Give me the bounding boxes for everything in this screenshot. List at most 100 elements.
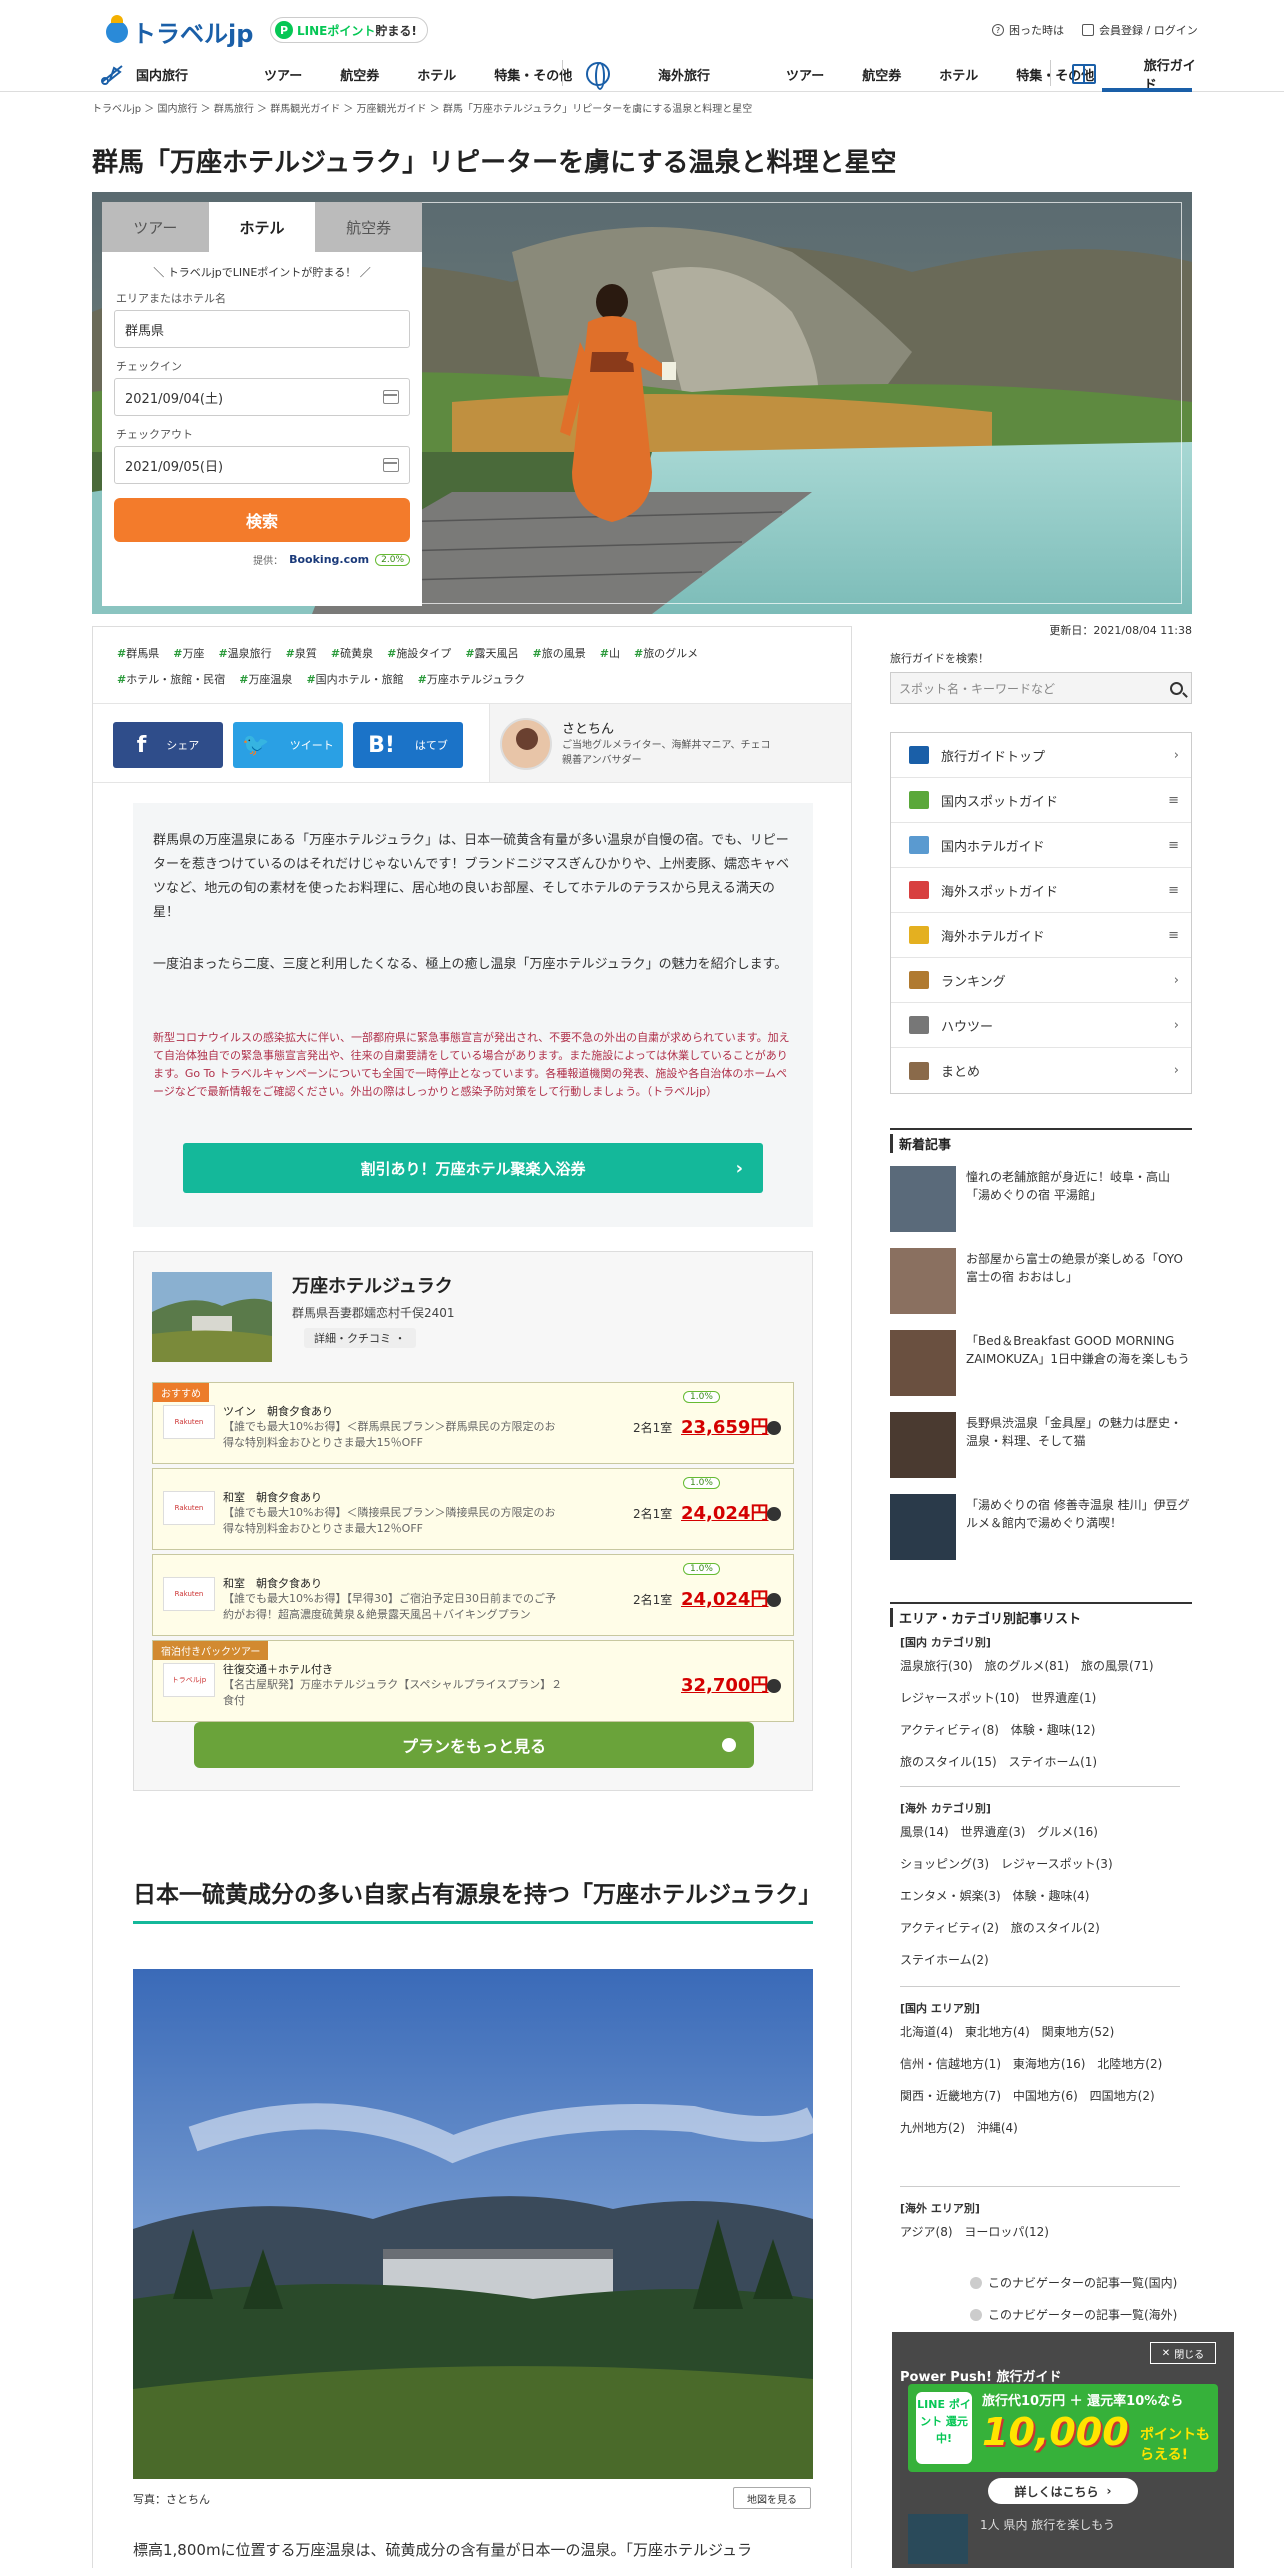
nav-overseas-hotel[interactable]: ホテル xyxy=(939,65,978,84)
sidebar-menu-item[interactable]: 海外ホテルガイド ≡ xyxy=(891,913,1191,958)
hotel-thumbnail[interactable] xyxy=(152,1272,272,1362)
category-link[interactable]: アクティビティ(2) xyxy=(900,1921,999,1935)
search-icon[interactable] xyxy=(1170,681,1183,695)
news-title[interactable]: 長野県渋温泉「金具屋」の魅力は歴史・温泉・料理、そして猫 xyxy=(966,1414,1190,1450)
category-link[interactable]: 沖縄(4) xyxy=(977,2121,1018,2135)
category-link[interactable]: 東海地方(16) xyxy=(1013,2057,1086,2071)
category-link[interactable]: 旅のグルメ(81) xyxy=(984,1659,1069,1673)
tag-link[interactable]: #旅のグルメ xyxy=(634,647,698,660)
navigator-domestic-link[interactable]: このナビゲーターの記事一覧(国内) xyxy=(970,2274,1177,2291)
search-button[interactable]: 検索 xyxy=(114,498,410,542)
chevron-right-icon[interactable] xyxy=(767,1421,781,1435)
line-points-banner[interactable]: LINE ポイント 還元中! 旅行代10万円 ＋ 還元率10%なら 10,000… xyxy=(908,2384,1218,2472)
tag-link[interactable]: #群馬県 xyxy=(117,647,159,660)
tag-link[interactable]: #国内ホテル・旅館 xyxy=(306,673,403,686)
plan-price[interactable]: 24,024円 xyxy=(681,1499,768,1525)
author-box[interactable]: さとちん ご当地グルメライター、海鮮丼マニア、チェコ親善アンバサダー xyxy=(489,704,851,782)
category-link[interactable]: 風景(14) xyxy=(900,1825,949,1839)
author-name[interactable]: さとちん xyxy=(562,718,614,737)
nav-domestic-head[interactable]: 国内旅行 xyxy=(100,62,226,86)
news-item[interactable]: 長野県渋温泉「金具屋」の魅力は歴史・温泉・料理、そして猫 xyxy=(890,1412,1192,1478)
nav-overseas-flight[interactable]: 航空券 xyxy=(862,65,901,84)
category-link[interactable]: グルメ(16) xyxy=(1037,1825,1098,1839)
chevron-right-icon[interactable] xyxy=(767,1679,781,1693)
tag-link[interactable]: #旅の風景 xyxy=(533,647,586,660)
popup-detail-button[interactable]: 詳しくはこちら › xyxy=(988,2478,1138,2504)
news-item[interactable]: 「湯めぐりの宿 修善寺温泉 桂川」伊豆グルメ＆館内で湯めぐり満喫！ xyxy=(890,1494,1192,1560)
category-link[interactable]: ステイホーム(1) xyxy=(1008,1755,1097,1769)
plan-row[interactable]: おすすめ Rakuten ツイン 朝食夕食あり 【誰でも最大10%お得】＜群馬県民プラ… xyxy=(152,1382,794,1464)
category-link[interactable]: 旅のスタイル(2) xyxy=(1011,1921,1100,1935)
help-link[interactable]: ? 困った時は xyxy=(992,22,1064,38)
news-item[interactable]: お部屋から富士の絶景が楽しめる「OYO 富士の宿 おおはし」 xyxy=(890,1248,1192,1314)
login-link[interactable]: 会員登録 / ログイン xyxy=(1082,22,1198,38)
sidebar-menu-item[interactable]: 旅行ガイドトップ › xyxy=(891,733,1191,778)
category-link[interactable]: 体験・趣味(4) xyxy=(1012,1889,1089,1903)
news-title[interactable]: お部屋から富士の絶景が楽しめる「OYO 富士の宿 おおはし」 xyxy=(966,1250,1190,1286)
category-link[interactable]: アクティビティ(8) xyxy=(900,1723,999,1737)
category-link[interactable]: 世界遺産(3) xyxy=(960,1825,1025,1839)
news-thumbnail[interactable] xyxy=(890,1412,956,1478)
category-link[interactable]: 信州・信越地方(1) xyxy=(900,2057,1001,2071)
checkout-input[interactable]: 2021/09/05(日) xyxy=(114,446,410,484)
news-title[interactable]: 「Bed＆Breakfast GOOD MORNING ZAIMOKUZA」1日… xyxy=(966,1332,1190,1368)
category-link[interactable]: 温泉旅行(30) xyxy=(900,1659,973,1673)
news-thumbnail[interactable] xyxy=(890,1494,956,1560)
category-link[interactable]: ショッピング(3) xyxy=(900,1857,989,1871)
category-link[interactable]: 関西・近畿地方(7) xyxy=(900,2089,1001,2103)
category-link[interactable]: ヨーロッパ(12) xyxy=(964,2225,1049,2239)
category-link[interactable]: 中国地方(6) xyxy=(1013,2089,1078,2103)
tab-tour[interactable]: ツアー xyxy=(102,202,209,252)
discount-ticket-button[interactable]: 割引あり！万座ホテル聚楽入浴券 xyxy=(183,1143,763,1193)
news-title[interactable]: 「湯めぐりの宿 修善寺温泉 桂川」伊豆グルメ＆館内で湯めぐり満喫！ xyxy=(966,1496,1190,1532)
hotel-name[interactable]: 万座ホテルジュラク xyxy=(292,1272,453,1298)
tab-hotel[interactable]: ホテル xyxy=(208,202,316,252)
plan-row[interactable]: Rakuten 和室 朝食夕食あり 【誰でも最大10%お得】＜隣接県民プラン＞隣接県… xyxy=(152,1468,794,1550)
more-plans-button[interactable]: プランをもっと見る xyxy=(194,1722,754,1768)
category-link[interactable]: 四国地方(2) xyxy=(1090,2089,1155,2103)
nav-domestic-hotel[interactable]: ホテル xyxy=(417,65,456,84)
news-title[interactable]: 憧れの老舗旅館が身近に！岐阜・高山「湯めぐりの宿 平湯館」 xyxy=(966,1168,1190,1204)
tag-link[interactable]: #万座ホテルジュラク xyxy=(418,673,525,686)
line-points-badge[interactable]: P LINEポイント 貯まる! xyxy=(270,17,428,43)
calendar-icon[interactable] xyxy=(383,458,399,472)
plan-row[interactable]: 宿泊付きパックツアー トラベルjp 往復交通＋ホテル付き 【名古屋駅発】万座ホテルジュ… xyxy=(152,1640,794,1722)
news-thumbnail[interactable] xyxy=(890,1166,956,1232)
category-link[interactable]: 九州地方(2) xyxy=(900,2121,965,2135)
category-link[interactable]: 北陸地方(2) xyxy=(1097,2057,1162,2071)
guide-search-input[interactable]: スポット名・キーワードなど xyxy=(890,672,1192,704)
nav-guide[interactable]: 旅行ガイド xyxy=(1072,56,1284,93)
tag-link[interactable]: #温泉旅行 xyxy=(218,647,271,660)
tag-link[interactable]: #ホテル・旅館・民宿 xyxy=(117,673,225,686)
tag-link[interactable]: #山 xyxy=(600,647,620,660)
category-link[interactable]: ステイホーム(2) xyxy=(900,1953,989,1967)
nav-domestic-tour[interactable]: ツアー xyxy=(264,65,302,84)
area-input[interactable]: 群馬県 xyxy=(114,310,410,348)
hatena-bookmark-button[interactable]: B! はてブ xyxy=(353,722,463,768)
tag-link[interactable]: #泉質 xyxy=(286,647,317,660)
tag-link[interactable]: #万座 xyxy=(173,647,204,660)
sidebar-menu-item[interactable]: 国内ホテルガイド ≡ xyxy=(891,823,1191,868)
category-link[interactable]: 旅のスタイル(15) xyxy=(900,1755,997,1769)
facebook-share-button[interactable]: f シェア xyxy=(113,722,223,768)
popup-extra-article[interactable]: 1人 県内 旅行を楽しもう xyxy=(908,2514,1218,2564)
tag-link[interactable]: #施設タイプ xyxy=(387,647,451,660)
nav-overseas-tour[interactable]: ツアー xyxy=(786,65,824,84)
category-link[interactable]: 関東地方(52) xyxy=(1042,2025,1115,2039)
hotel-detail-button[interactable]: 詳細・クチコミ ・ xyxy=(304,1328,416,1348)
category-link[interactable]: 北海道(4) xyxy=(900,2025,953,2039)
category-link[interactable]: アジア(8) xyxy=(900,2225,953,2239)
chevron-right-icon[interactable] xyxy=(767,1593,781,1607)
sidebar-menu-item[interactable]: ハウツー › xyxy=(891,1003,1191,1048)
tab-flight[interactable]: 航空券 xyxy=(315,202,423,252)
category-link[interactable]: 体験・趣味(12) xyxy=(1011,1723,1096,1737)
sidebar-menu-item[interactable]: 国内スポットガイド ≡ xyxy=(891,778,1191,823)
tag-link[interactable]: #万座温泉 xyxy=(239,673,292,686)
checkin-input[interactable]: 2021/09/04(土) xyxy=(114,378,410,416)
popup-close-button[interactable]: ✕ 閉じる xyxy=(1150,2342,1216,2364)
category-link[interactable]: 世界遺産(1) xyxy=(1031,1691,1096,1705)
tag-link[interactable]: #露天風呂 xyxy=(465,647,518,660)
tag-link[interactable]: #硫黄泉 xyxy=(331,647,373,660)
nav-domestic-special[interactable]: 特集・その他 xyxy=(494,65,572,84)
category-link[interactable]: 東北地方(4) xyxy=(965,2025,1030,2039)
